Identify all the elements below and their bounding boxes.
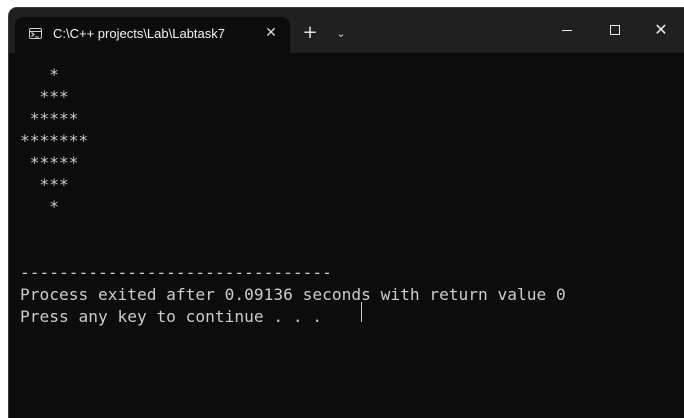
- continue-prompt: Press any key to continue . . .: [20, 307, 332, 326]
- close-icon: ✕: [654, 20, 668, 39]
- terminal-window: C:\C++ projects\Lab\Labtask7 ✕ + ⌄ ✕ * *…: [9, 8, 684, 418]
- tab-title: C:\C++ projects\Lab\Labtask7: [53, 26, 225, 41]
- terminal-output[interactable]: * *** ***** ******* ***** *** * --------…: [9, 53, 684, 418]
- output-line: *****: [20, 109, 79, 128]
- close-button[interactable]: ✕: [638, 8, 684, 53]
- minimize-icon: [562, 30, 572, 31]
- title-bar: C:\C++ projects\Lab\Labtask7 ✕ + ⌄ ✕: [9, 8, 684, 53]
- output-line: ***: [20, 175, 69, 194]
- tab-close-icon[interactable]: ✕: [261, 23, 281, 43]
- tab-labtask7[interactable]: C:\C++ projects\Lab\Labtask7 ✕: [15, 17, 290, 53]
- exit-message: Process exited after 0.09136 seconds wit…: [20, 285, 566, 304]
- maximize-button[interactable]: [592, 8, 638, 53]
- new-tab-button[interactable]: +: [299, 22, 321, 44]
- output-line: ***: [20, 87, 69, 106]
- minimize-button[interactable]: [544, 8, 590, 53]
- terminal-icon: [29, 28, 42, 39]
- output-line: *: [20, 197, 59, 216]
- output-line: *: [20, 65, 59, 84]
- maximize-icon: [610, 25, 620, 35]
- output-line: *******: [20, 131, 89, 150]
- separator-line: --------------------------------: [20, 263, 332, 282]
- chevron-down-icon[interactable]: ⌄: [331, 24, 351, 44]
- text-cursor: [361, 302, 362, 322]
- output-line: *****: [20, 153, 79, 172]
